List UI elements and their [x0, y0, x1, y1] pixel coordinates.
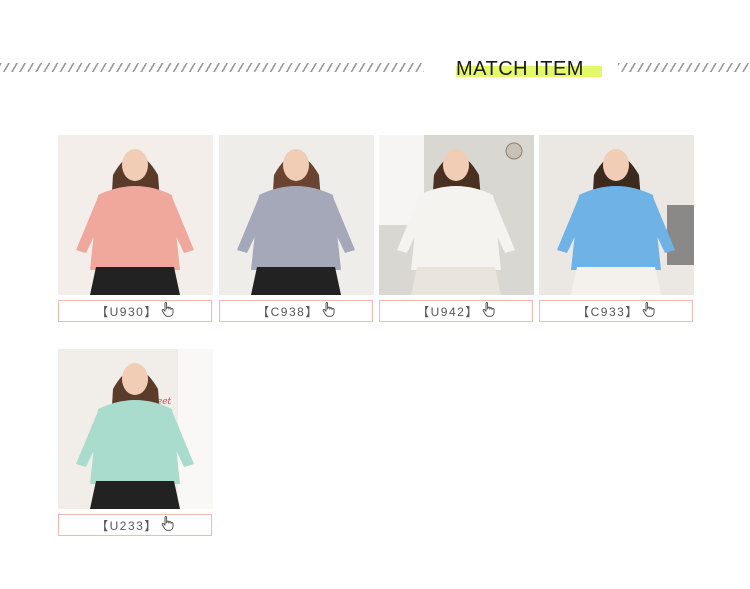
- product-photo[interactable]: [379, 135, 534, 295]
- product-code-label: 【U233】: [96, 518, 158, 533]
- section-title: MATCH ITEM: [456, 57, 602, 81]
- match-item-card: 【C938】: [219, 135, 374, 322]
- product-photo[interactable]: [58, 135, 213, 295]
- product-photo[interactable]: [539, 135, 694, 295]
- pointer-hand-icon: [642, 302, 655, 320]
- product-photo[interactable]: [219, 135, 374, 295]
- pointer-hand-icon: [482, 302, 495, 320]
- pointer-hand-icon: [161, 516, 174, 534]
- product-code-label: 【C938】: [257, 304, 319, 319]
- product-code-label: 【U930】: [96, 304, 158, 319]
- match-item-card: 【C933】: [539, 135, 694, 322]
- product-code-label: 【C933】: [577, 304, 639, 319]
- match-item-card: Sweet 【U233】: [58, 349, 213, 536]
- pointer-hand-icon: [161, 302, 174, 320]
- title-divider-right: [618, 63, 750, 72]
- section-title-text: MATCH ITEM: [456, 58, 584, 80]
- pointer-hand-icon: [322, 302, 335, 320]
- product-code-button[interactable]: 【U930】: [58, 300, 212, 322]
- match-item-card: 【U930】: [58, 135, 213, 322]
- product-code-button[interactable]: 【U942】: [379, 300, 533, 322]
- product-photo[interactable]: Sweet: [58, 349, 213, 509]
- product-code-label: 【U942】: [417, 304, 479, 319]
- product-code-button[interactable]: 【U233】: [58, 514, 212, 536]
- product-code-button[interactable]: 【C938】: [219, 300, 373, 322]
- product-code-button[interactable]: 【C933】: [539, 300, 693, 322]
- title-divider-left: [0, 63, 424, 72]
- match-item-card: 【U942】: [379, 135, 534, 322]
